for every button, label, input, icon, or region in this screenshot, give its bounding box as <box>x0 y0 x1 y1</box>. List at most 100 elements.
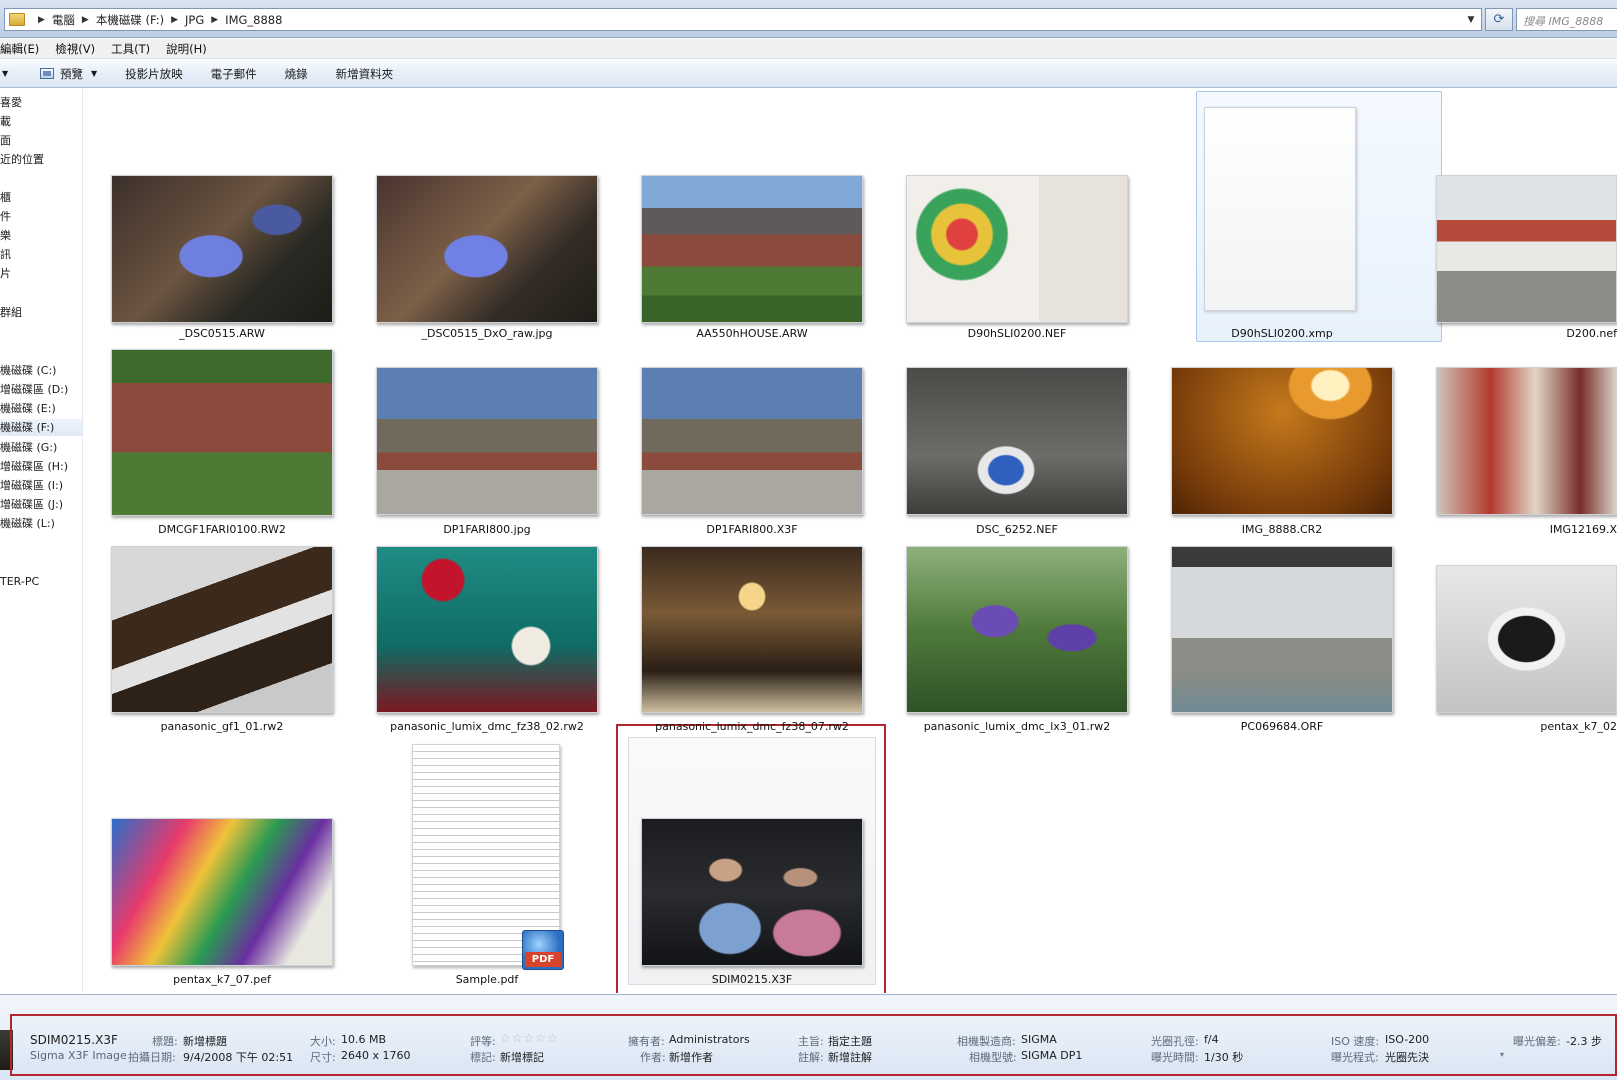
file-list: _DSC0515.ARW _DSC0515_DxO_raw.jpg AA550h… <box>84 89 1617 993</box>
nav-drive-f[interactable]: 機磁碟 (F:) <box>0 419 82 436</box>
menu-help[interactable]: 說明(H) <box>166 41 207 57</box>
address-bar: ▶ 電腦 ▶ 本機磁碟 (F:) ▶ JPG ▶ IMG_8888 ▼ ⟳ 搜尋… <box>0 0 1617 38</box>
file-name[interactable]: panasonic_gf1_01.rw2 <box>92 720 352 733</box>
details-camera-maker-value: SIGMA <box>1021 1033 1057 1046</box>
breadcrumb-computer[interactable]: 電腦 <box>52 12 75 28</box>
file-name[interactable]: Sample.pdf <box>357 973 617 986</box>
file-name[interactable]: panasonic_lumix_dmc_lx3_01.rw2 <box>887 720 1147 733</box>
slideshow-button[interactable]: 投影片放映 <box>125 66 183 82</box>
email-button[interactable]: 電子郵件 <box>211 66 257 82</box>
breadcrumb-drive-f[interactable]: 本機磁碟 (F:) <box>96 12 164 28</box>
file-name[interactable]: panasonic_lumix_dmc_fz38_02.rw2 <box>357 720 617 733</box>
nav-drive-h[interactable]: 增磁碟區 (H:) <box>0 458 82 475</box>
file-thumbnail[interactable] <box>906 175 1128 323</box>
chevron-down-icon[interactable]: ▼ <box>91 69 97 78</box>
menu-view[interactable]: 檢視(V) <box>55 41 95 57</box>
file-thumbnail[interactable] <box>111 349 333 516</box>
refresh-icon: ⟳ <box>1493 12 1505 27</box>
file-thumbnail[interactable] <box>906 546 1128 713</box>
nav-drive-e[interactable]: 機磁碟 (E:) <box>0 400 82 417</box>
nav-music[interactable]: 樂 <box>0 227 82 244</box>
details-file-name: SDIM0215.X3F <box>30 1033 118 1047</box>
file-name[interactable]: pentax_k7_07.pef <box>92 973 352 986</box>
document-icon[interactable] <box>1204 107 1356 311</box>
details-comments-value[interactable]: 新增註解 <box>828 1049 872 1065</box>
file-thumbnail[interactable] <box>906 367 1128 515</box>
chevron-right-icon[interactable]: ▶ <box>211 15 218 25</box>
nav-drive-l[interactable]: 機磁碟 (L:) <box>0 515 82 532</box>
chevron-right-icon[interactable]: ▶ <box>171 15 178 25</box>
breadcrumb: ▶ 電腦 ▶ 本機磁碟 (F:) ▶ JPG ▶ IMG_8888 <box>31 12 282 28</box>
details-owner-label: 擁有者: <box>628 1035 665 1048</box>
chevron-right-icon[interactable]: ▶ <box>38 15 45 25</box>
file-name[interactable]: D90hSLI0200.xmp <box>1152 327 1412 340</box>
file-name[interactable]: D90hSLI0200.NEF <box>887 327 1147 340</box>
preview-button[interactable]: 預覽 ▼ <box>40 66 97 82</box>
file-name[interactable]: IMG12169.X <box>1417 523 1617 536</box>
file-name[interactable]: _DSC0515.ARW <box>92 327 352 340</box>
nav-libraries[interactable]: 櫃 <box>0 189 82 206</box>
nav-recent[interactable]: 近的位置 <box>0 151 82 168</box>
file-thumbnail[interactable] <box>1171 367 1393 515</box>
file-name[interactable]: _DSC0515_DxO_raw.jpg <box>357 327 617 340</box>
file-name[interactable]: DP1FARI800.X3F <box>622 523 882 536</box>
details-date-value[interactable]: 9/4/2008 下午 02:51 <box>183 1049 293 1065</box>
file-name[interactable]: AA550hHOUSE.ARW <box>622 327 882 340</box>
nav-drive-d[interactable]: 增磁碟區 (D:) <box>0 381 82 398</box>
file-thumbnail[interactable] <box>1436 175 1617 323</box>
nav-documents[interactable]: 件 <box>0 208 82 225</box>
organize-dropdown-icon[interactable]: ▼ <box>2 69 14 78</box>
details-subject-label: 主旨: <box>798 1035 824 1048</box>
file-thumbnail[interactable] <box>641 175 863 323</box>
file-name[interactable]: DP1FARI800.jpg <box>357 523 617 536</box>
file-thumbnail[interactable] <box>1436 367 1617 515</box>
details-more-dropdown-icon[interactable]: ▾ <box>1500 1050 1504 1059</box>
rating-stars-icon[interactable]: ☆☆☆☆☆ <box>500 1031 559 1045</box>
file-thumbnail[interactable] <box>376 367 598 515</box>
nav-drive-i[interactable]: 增磁碟區 (I:) <box>0 477 82 494</box>
refresh-button[interactable]: ⟳ <box>1485 8 1513 31</box>
file-thumbnail[interactable] <box>111 818 333 966</box>
nav-desktop[interactable]: 面 <box>0 132 82 149</box>
chevron-right-icon[interactable]: ▶ <box>82 15 89 25</box>
address-input[interactable]: ▶ 電腦 ▶ 本機磁碟 (F:) ▶ JPG ▶ IMG_8888 ▼ <box>4 8 1482 31</box>
nav-downloads[interactable]: 載 <box>0 113 82 130</box>
nav-drive-c[interactable]: 機磁碟 (C:) <box>0 362 82 379</box>
file-thumbnail[interactable] <box>111 546 333 713</box>
file-name[interactable]: D200.nef <box>1417 327 1617 340</box>
file-name[interactable]: DMCGF1FARI0100.RW2 <box>92 523 352 536</box>
file-name[interactable]: IMG_8888.CR2 <box>1152 523 1412 536</box>
nav-pictures[interactable]: 片 <box>0 265 82 282</box>
file-thumbnail[interactable] <box>641 818 863 966</box>
details-tags-value[interactable]: 新增標記 <box>500 1049 544 1065</box>
search-input[interactable]: 搜尋 IMG_8888 <box>1516 8 1617 31</box>
burn-button[interactable]: 燒錄 <box>285 66 308 82</box>
menu-edit[interactable]: 編輯(E) <box>0 41 39 57</box>
file-name[interactable]: DSC_6252.NEF <box>887 523 1147 536</box>
nav-homegroup[interactable]: 群組 <box>0 304 82 321</box>
breadcrumb-jpg[interactable]: JPG <box>185 13 204 27</box>
breadcrumb-img8888[interactable]: IMG_8888 <box>225 13 282 27</box>
file-name[interactable]: SDIM0215.X3F <box>622 973 882 986</box>
details-subject-value[interactable]: 指定主題 <box>828 1033 872 1049</box>
file-thumbnail[interactable] <box>376 546 598 713</box>
menu-tools[interactable]: 工具(T) <box>111 41 150 57</box>
file-name[interactable]: pentax_k7_02 <box>1417 720 1617 733</box>
new-folder-button[interactable]: 新增資料夾 <box>336 66 394 82</box>
nav-network-pc[interactable]: TER-PC <box>0 573 82 590</box>
nav-videos[interactable]: 訊 <box>0 246 82 263</box>
file-thumbnail[interactable] <box>1171 546 1393 713</box>
details-title-value[interactable]: 新增標題 <box>183 1033 227 1049</box>
nav-drive-g[interactable]: 機磁碟 (G:) <box>0 439 82 456</box>
file-thumbnail[interactable] <box>111 175 333 323</box>
nav-drive-j[interactable]: 增磁碟區 (J:) <box>0 496 82 513</box>
file-thumbnail[interactable] <box>376 175 598 323</box>
nav-favorites[interactable]: 喜愛 <box>0 94 82 111</box>
file-thumbnail[interactable] <box>1436 565 1617 713</box>
address-dropdown-icon[interactable]: ▼ <box>1463 11 1479 28</box>
file-thumbnail[interactable] <box>641 367 863 515</box>
details-author-value[interactable]: 新增作者 <box>669 1049 713 1065</box>
file-name[interactable]: PC069684.ORF <box>1152 720 1412 733</box>
file-thumbnail[interactable] <box>641 546 863 713</box>
file-name[interactable]: panasonic_lumix_dmc_fz38_07.rw2 <box>622 720 882 733</box>
